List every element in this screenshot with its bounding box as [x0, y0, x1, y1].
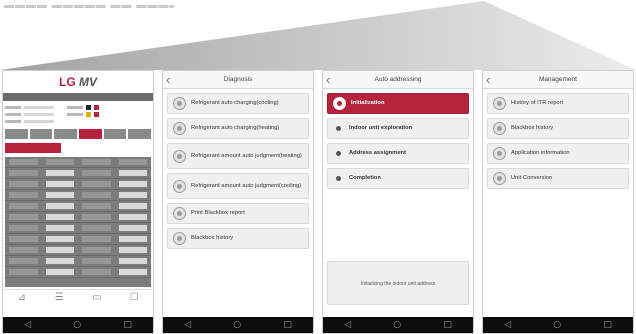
nav-recent-icon[interactable]: □ — [123, 317, 132, 333]
lgmv-action-button[interactable] — [5, 143, 61, 153]
step-initialization[interactable]: Initialization — [327, 93, 469, 114]
menu-item-icon — [493, 122, 506, 135]
menu-item-blackbox-history[interactable]: Blackbox history — [167, 228, 309, 249]
menu-item-amount-judgment-cooling[interactable]: Refrigerant amount auto judgment(cooling… — [167, 173, 309, 199]
menu-item-icon — [173, 232, 186, 245]
menu-item-icon — [173, 122, 186, 135]
phone-auto-addressing: ‹ Auto addressing Initialization Indoor … — [322, 70, 474, 334]
nav-home-icon[interactable]: ○ — [73, 317, 81, 333]
back-icon[interactable]: ‹ — [486, 72, 490, 88]
window-icon: ▭ — [92, 292, 102, 303]
nav-back-icon[interactable]: ◁ — [344, 317, 351, 333]
auto-addressing-header: ‹ Auto addressing — [323, 71, 473, 89]
header-text-blurred: ▬▬▬▬ ▬▬▬▬▬ ▬▬ ▬▬▬▬ — [4, 0, 174, 11]
chart-icon: ⊿ — [17, 292, 26, 303]
menu-item-icon — [493, 172, 506, 185]
menu-item-blackbox-history[interactable]: Blackbox history — [487, 118, 629, 139]
system-nav-bar: ◁ ○ □ — [483, 317, 633, 333]
page-title: Diagnosis — [223, 76, 253, 83]
diagnosis-header: ‹ Diagnosis — [163, 71, 313, 89]
nav-recent-icon[interactable]: □ — [283, 317, 292, 333]
nav-back-icon[interactable]: ◁ — [504, 317, 511, 333]
nav-home-icon[interactable]: ○ — [233, 317, 241, 333]
nav-recent-icon[interactable]: □ — [603, 317, 612, 333]
lgmv-bottom-tabs: ⊿ ☰ ▭ ☐ — [3, 289, 153, 317]
bottom-tab-chart[interactable]: ⊿ — [3, 290, 41, 317]
system-nav-bar: ◁ ○ □ — [163, 317, 313, 333]
document-icon: ☐ — [129, 292, 139, 303]
lgmv-logo: LG MV — [58, 75, 97, 89]
menu-item-print-blackbox-report[interactable]: Print Blackbox report — [167, 203, 309, 224]
menu-item-icon — [173, 149, 186, 163]
lgmv-tabs[interactable] — [5, 129, 152, 139]
bottom-tab-list[interactable]: ☰ — [41, 290, 79, 317]
diagnosis-menu: Refrigerant auto charging(cooling) Refri… — [167, 93, 309, 253]
step-indoor-unit-exploration[interactable]: Indoor unit exploration — [327, 118, 469, 139]
lgmv-info-panel — [5, 104, 151, 126]
system-nav-bar: ◁ ○ □ — [3, 317, 153, 333]
nav-home-icon[interactable]: ○ — [393, 317, 401, 333]
management-menu: History of ITR report Blackbox history A… — [487, 93, 629, 193]
menu-item-icon — [173, 179, 186, 193]
step-address-assignment[interactable]: Address assignment — [327, 143, 469, 164]
menu-item-auto-charging-heating[interactable]: Refrigerant auto charging(heating) — [167, 118, 309, 139]
nav-recent-icon[interactable]: □ — [443, 317, 452, 333]
nav-back-icon[interactable]: ◁ — [24, 317, 31, 333]
menu-item-icon — [173, 207, 186, 220]
bullet-icon — [336, 151, 341, 156]
auto-addressing-steps: Initialization Indoor unit exploration A… — [327, 93, 469, 193]
list-icon: ☰ — [54, 292, 64, 303]
phone-lgmv-main: LG MV ⊿ ☰ ▭ ☐ ◁ ○ □ — [2, 70, 154, 334]
step-completion[interactable]: Completion — [327, 168, 469, 189]
back-icon[interactable]: ‹ — [326, 72, 330, 88]
nav-back-icon[interactable]: ◁ — [184, 317, 191, 333]
status-message: Initializing the indoor unit address — [327, 261, 469, 305]
menu-item-application-information[interactable]: Application information — [487, 143, 629, 164]
system-nav-bar: ◁ ○ □ — [323, 317, 473, 333]
bottom-tab-window[interactable]: ▭ — [78, 290, 116, 317]
bullet-icon — [336, 126, 341, 131]
page-title: Auto addressing — [374, 76, 422, 83]
menu-item-amount-judgment-heating[interactable]: Refrigerant amount auto judgment(heating… — [167, 143, 309, 169]
lgmv-header-bar — [3, 93, 153, 101]
menu-item-icon — [493, 97, 506, 110]
menu-item-unit-conversion[interactable]: Unit Conversion — [487, 168, 629, 189]
nav-home-icon[interactable]: ○ — [553, 317, 561, 333]
menu-item-icon — [493, 147, 506, 160]
management-header: ‹ Management — [483, 71, 633, 89]
page-title: Management — [539, 76, 577, 83]
step-active-icon — [333, 97, 346, 110]
bottom-tab-document[interactable]: ☐ — [116, 290, 154, 317]
lgmv-data-table — [5, 157, 151, 287]
phone-management: ‹ Management History of ITR report Black… — [482, 70, 634, 334]
phone-diagnosis: ‹ Diagnosis Refrigerant auto charging(co… — [162, 70, 314, 334]
menu-item-auto-charging-cooling[interactable]: Refrigerant auto charging(cooling) — [167, 93, 309, 114]
bullet-icon — [336, 176, 341, 181]
menu-item-icon — [173, 97, 186, 110]
menu-item-itr-report-history[interactable]: History of ITR report — [487, 93, 629, 114]
back-icon[interactable]: ‹ — [166, 72, 170, 88]
